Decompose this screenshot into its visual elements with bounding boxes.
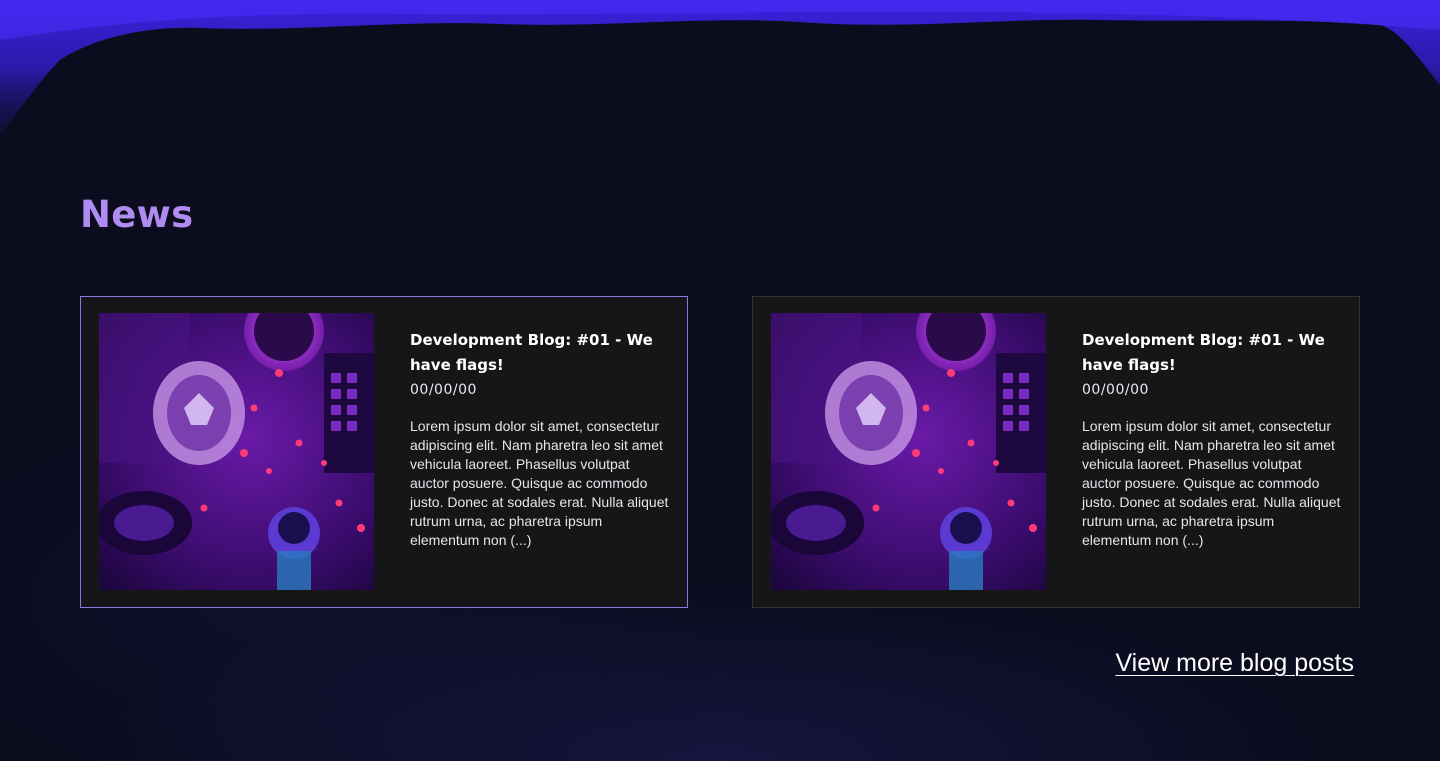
post-thumbnail — [771, 313, 1046, 590]
top-wave-decoration — [0, 0, 1440, 135]
post-content: Development Blog: #01 - We have flags! 0… — [1082, 328, 1342, 550]
post-excerpt: Lorem ipsum dolor sit amet, consectetur … — [410, 418, 669, 548]
post-content: Development Blog: #01 - We have flags! 0… — [410, 328, 670, 550]
post-date: 00/00/00 — [410, 382, 477, 398]
section-title: News — [80, 193, 194, 236]
blog-post-card[interactable]: Development Blog: #01 - We have flags! 0… — [80, 296, 688, 608]
post-excerpt: Lorem ipsum dolor sit amet, consectetur … — [1082, 418, 1341, 548]
post-date: 00/00/00 — [1082, 382, 1149, 398]
post-title[interactable]: Development Blog: #01 - We have flags! — [1082, 328, 1342, 378]
post-thumbnail — [99, 313, 374, 590]
post-title[interactable]: Development Blog: #01 - We have flags! — [410, 328, 670, 378]
blog-post-card[interactable]: Development Blog: #01 - We have flags! 0… — [752, 296, 1360, 608]
view-more-blog-posts-link[interactable]: View more blog posts — [1115, 648, 1354, 678]
